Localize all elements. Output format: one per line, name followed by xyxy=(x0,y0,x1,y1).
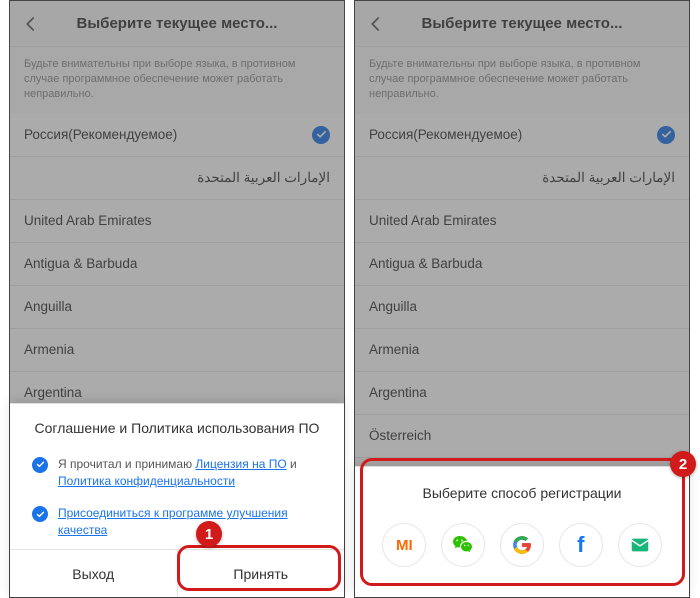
page-title: Выберите текущее место... xyxy=(355,15,689,32)
email-icon[interactable] xyxy=(618,523,662,567)
mi-icon[interactable]: MI xyxy=(382,523,426,567)
registration-title: Выберите способ регистрации xyxy=(369,485,675,501)
agreement-sheet: Соглашение и Политика использования ПО Я… xyxy=(10,403,344,597)
check-icon xyxy=(312,126,330,144)
badge-2: 2 xyxy=(670,451,696,477)
back-icon[interactable] xyxy=(365,13,387,35)
country-list: Россия(Рекомендуемое) الإمارات العربية ا… xyxy=(10,114,344,415)
check-icon xyxy=(657,126,675,144)
registration-methods: MI f xyxy=(369,523,675,567)
country-row-uae-ar[interactable]: الإمارات العربية المتحدة xyxy=(10,157,344,200)
consent-improve[interactable]: Присоединиться к программе улучшения кач… xyxy=(10,499,344,549)
country-list: Россия(Рекомендуемое) الإمارات العربية ا… xyxy=(355,114,689,458)
country-row-anguilla[interactable]: Anguilla xyxy=(355,286,689,329)
country-row-antigua[interactable]: Antigua & Barbuda xyxy=(10,243,344,286)
country-row-uae[interactable]: United Arab Emirates xyxy=(355,200,689,243)
country-row-argentina[interactable]: Argentina xyxy=(355,372,689,415)
google-icon[interactable] xyxy=(500,523,544,567)
page-title: Выберите текущее место... xyxy=(10,15,344,32)
language-notice: Будьте внимательны при выборе языка, в п… xyxy=(10,47,344,114)
agreement-title: Соглашение и Политика использования ПО xyxy=(10,404,344,450)
country-row-russia[interactable]: Россия(Рекомендуемое) xyxy=(10,114,344,157)
badge-1: 1 xyxy=(196,521,222,547)
header: Выберите текущее место... xyxy=(355,1,689,47)
header: Выберите текущее место... xyxy=(10,1,344,47)
country-row-armenia[interactable]: Armenia xyxy=(10,329,344,372)
exit-button[interactable]: Выход xyxy=(10,550,178,597)
facebook-icon[interactable]: f xyxy=(559,523,603,567)
improve-link[interactable]: Присоединиться к программе улучшения кач… xyxy=(58,506,288,537)
country-row-russia[interactable]: Россия(Рекомендуемое) xyxy=(355,114,689,157)
check-icon xyxy=(32,457,48,473)
registration-sheet: Выберите способ регистрации MI f xyxy=(355,466,689,597)
country-row-uae[interactable]: United Arab Emirates xyxy=(10,200,344,243)
country-row-uae-ar[interactable]: الإمارات العربية المتحدة xyxy=(355,157,689,200)
country-row-anguilla[interactable]: Anguilla xyxy=(10,286,344,329)
license-link[interactable]: Лицензия на ПО xyxy=(195,457,286,471)
country-row-antigua[interactable]: Antigua & Barbuda xyxy=(355,243,689,286)
consent-license[interactable]: Я прочитал и принимаю Лицензия на ПО и П… xyxy=(10,450,344,500)
country-row-osterreich[interactable]: Österreich xyxy=(355,415,689,458)
privacy-link[interactable]: Политика конфиденциальности xyxy=(58,474,235,488)
back-icon[interactable] xyxy=(20,13,42,35)
accept-button[interactable]: Принять xyxy=(178,550,345,597)
country-row-armenia[interactable]: Armenia xyxy=(355,329,689,372)
language-notice: Будьте внимательны при выборе языка, в п… xyxy=(355,47,689,114)
check-icon xyxy=(32,506,48,522)
wechat-icon[interactable] xyxy=(441,523,485,567)
